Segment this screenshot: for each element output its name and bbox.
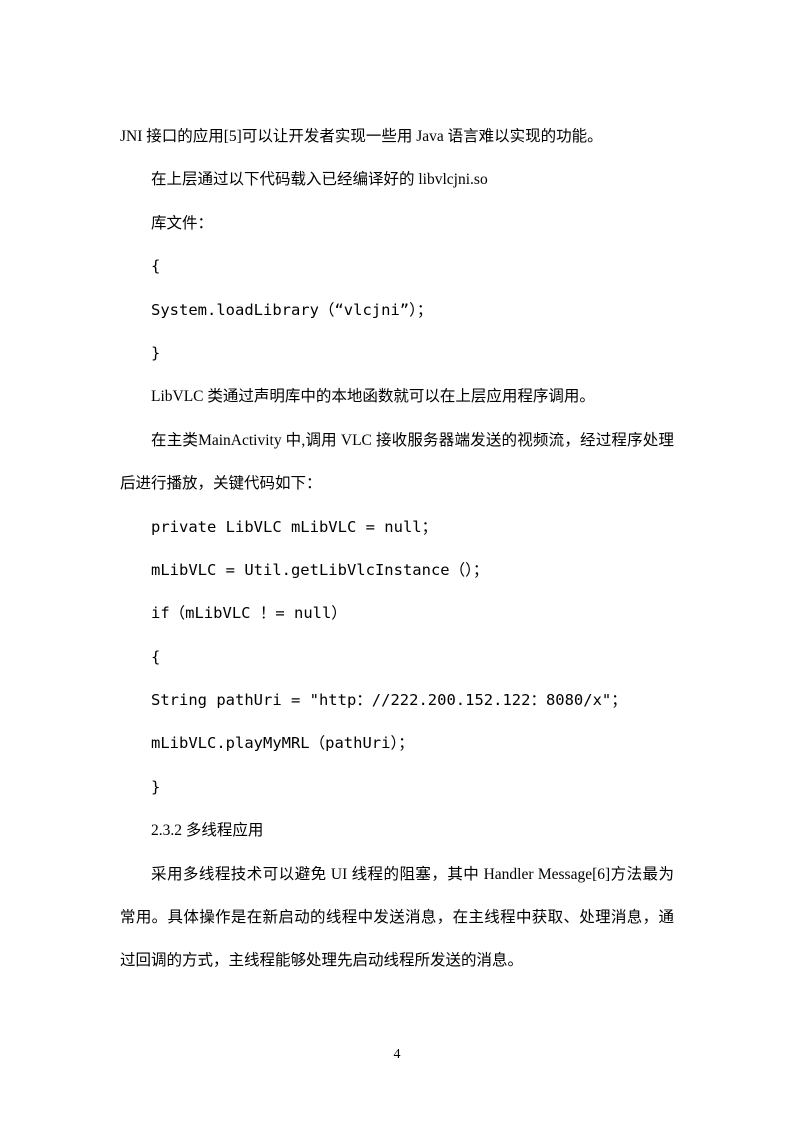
code-line: } (120, 332, 674, 375)
paragraph-text: JNI 接口的应用[5]可以让开发者实现一些用 Java 语言难以实现的功能。 (120, 115, 674, 158)
code-line: mLibVLC = Util.getLibVlcInstance（）； (120, 549, 674, 592)
paragraph-text: 在上层通过以下代码载入已经编译好的 libvlcjni.so (120, 158, 674, 201)
paragraph-text: 在主类MainActivity 中,调用 VLC 接收服务器端发送的视频流，经过… (120, 419, 674, 506)
paragraph-text: 采用多线程技术可以避免 UI 线程的阻塞，其中 Handler Message[… (120, 853, 674, 983)
document-page: JNI 接口的应用[5]可以让开发者实现一些用 Java 语言难以实现的功能。 … (0, 0, 794, 1123)
code-line: String pathUri = "http：//222.200.152.122… (120, 679, 674, 722)
section-heading: 2.3.2 多线程应用 (120, 809, 674, 852)
code-line: { (120, 636, 674, 679)
code-line: System.loadLibrary（“vlcjni”）； (120, 289, 674, 332)
code-line: if（mLibVLC ！= null） (120, 592, 674, 635)
page-number: 4 (0, 1047, 794, 1063)
code-line: } (120, 766, 674, 809)
code-line: { (120, 245, 674, 288)
code-line: private LibVLC mLibVLC = null； (120, 506, 674, 549)
paragraph-text: LibVLC 类通过声明库中的本地函数就可以在上层应用程序调用。 (120, 375, 674, 418)
code-line: mLibVLC.playMyMRL（pathUri）； (120, 722, 674, 765)
paragraph-text: 库文件： (120, 202, 674, 245)
